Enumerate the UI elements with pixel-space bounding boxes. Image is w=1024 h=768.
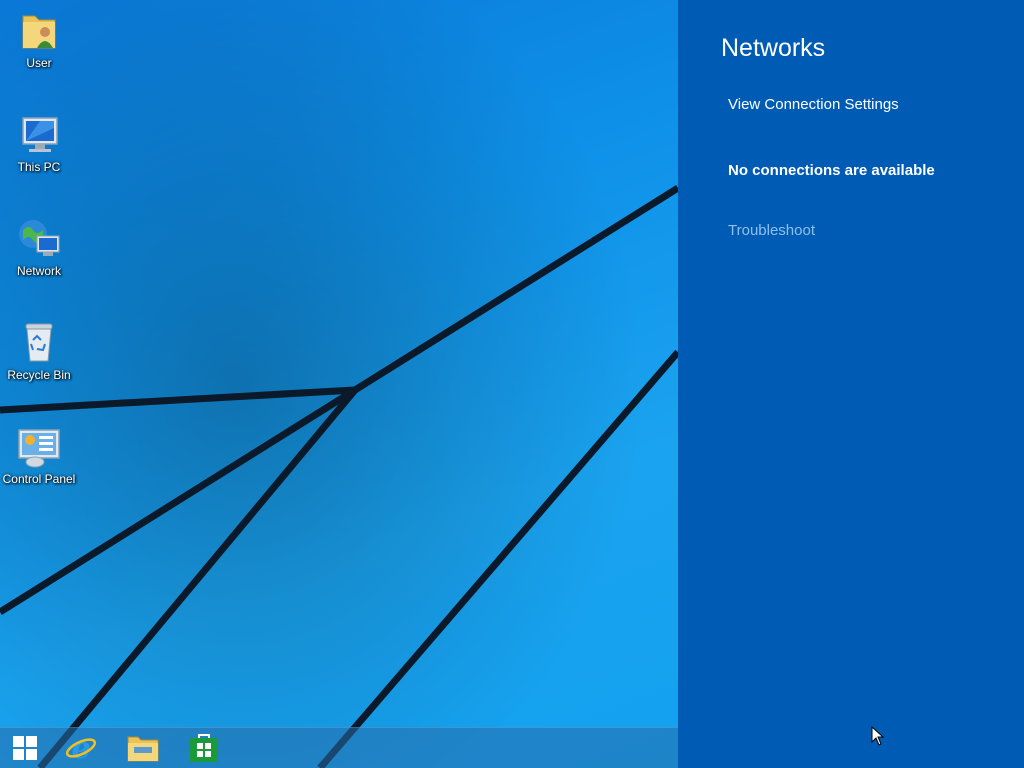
windows-start-icon — [13, 736, 37, 760]
connection-status-text: No connections are available — [728, 162, 935, 179]
desktop-icon-recycle-bin[interactable]: Recycle Bin — [0, 314, 78, 382]
control-panel-icon — [18, 429, 60, 468]
store-icon — [190, 734, 218, 762]
svg-text:e: e — [71, 731, 90, 765]
network-icon — [19, 220, 60, 256]
this-pc-icon — [22, 117, 58, 152]
desktop-icon-label: Control Panel — [2, 472, 76, 486]
desktop-icon-label: This PC — [17, 160, 61, 174]
desktop-icon-label: Network — [16, 264, 61, 278]
user-folder-icon — [22, 15, 56, 49]
desktop-screen: User This PC Network Recycle Bin Control… — [0, 0, 1024, 768]
mouse-cursor-icon — [871, 726, 885, 746]
desktop-icon-this-pc[interactable]: This PC — [0, 106, 78, 174]
desktop-icon-network[interactable]: Network — [0, 210, 78, 278]
internet-explorer-icon: e — [65, 731, 97, 765]
file-explorer-icon — [127, 736, 159, 762]
taskbar: e — [0, 727, 678, 768]
start-button[interactable] — [2, 731, 48, 765]
taskbar-internet-explorer[interactable]: e — [58, 731, 104, 765]
panel-title: Networks — [721, 34, 826, 62]
desktop-icon-label: Recycle Bin — [7, 368, 71, 382]
desktop-icon-control-panel[interactable]: Control Panel — [0, 418, 78, 486]
networks-panel: Networks View Connection Settings No con… — [678, 0, 1024, 768]
recycle-bin-icon — [25, 323, 53, 362]
desktop-icon-user[interactable]: User — [0, 2, 78, 70]
taskbar-file-explorer[interactable] — [120, 731, 166, 765]
taskbar-store[interactable] — [181, 731, 227, 765]
view-connection-settings-link[interactable]: View Connection Settings — [728, 96, 899, 113]
desktop-icon-label: User — [26, 56, 52, 70]
troubleshoot-link[interactable]: Troubleshoot — [728, 222, 815, 239]
